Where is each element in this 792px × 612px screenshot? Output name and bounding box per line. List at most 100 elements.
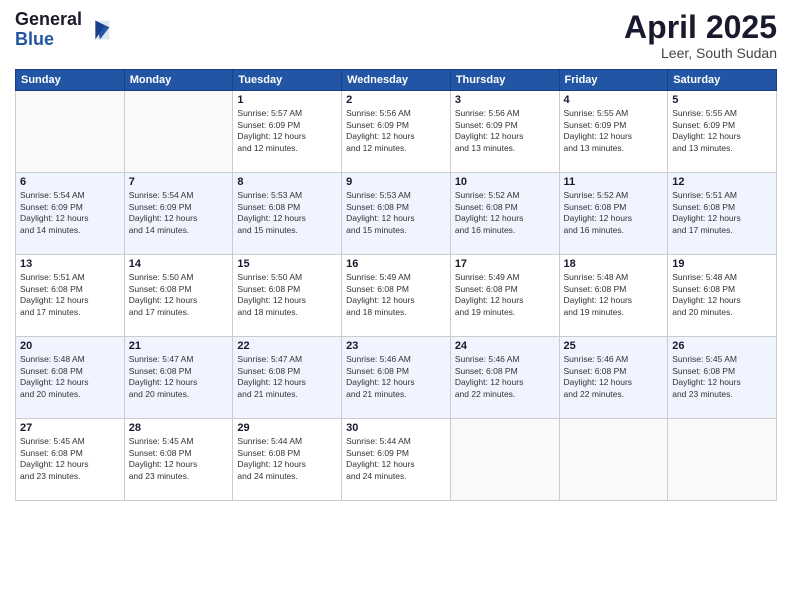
logo: General Blue — [15, 10, 114, 50]
table-cell — [559, 419, 668, 501]
day-info: Sunrise: 5:53 AM Sunset: 6:08 PM Dayligh… — [346, 190, 446, 236]
day-number: 22 — [237, 340, 337, 352]
day-info: Sunrise: 5:56 AM Sunset: 6:09 PM Dayligh… — [346, 108, 446, 154]
calendar-body: 1 Sunrise: 5:57 AM Sunset: 6:09 PM Daylig… — [16, 91, 777, 501]
day-info: Sunrise: 5:49 AM Sunset: 6:08 PM Dayligh… — [455, 272, 555, 318]
day-info: Sunrise: 5:45 AM Sunset: 6:08 PM Dayligh… — [672, 354, 772, 400]
logo-icon — [86, 16, 114, 44]
day-number: 29 — [237, 422, 337, 434]
month-title: April 2025 — [624, 10, 777, 45]
day-info: Sunrise: 5:48 AM Sunset: 6:08 PM Dayligh… — [564, 272, 664, 318]
day-info: Sunrise: 5:44 AM Sunset: 6:08 PM Dayligh… — [237, 436, 337, 482]
col-wednesday: Wednesday — [342, 70, 451, 91]
day-number: 30 — [346, 422, 446, 434]
day-number: 4 — [564, 94, 664, 106]
table-cell: 27 Sunrise: 5:45 AM Sunset: 6:08 PM Dayli… — [16, 419, 125, 501]
table-cell: 13 Sunrise: 5:51 AM Sunset: 6:08 PM Dayli… — [16, 255, 125, 337]
day-number: 24 — [455, 340, 555, 352]
day-number: 21 — [129, 340, 229, 352]
day-number: 28 — [129, 422, 229, 434]
calendar-week-row: 6 Sunrise: 5:54 AM Sunset: 6:09 PM Daylig… — [16, 173, 777, 255]
table-cell — [450, 419, 559, 501]
day-info: Sunrise: 5:49 AM Sunset: 6:08 PM Dayligh… — [346, 272, 446, 318]
calendar-week-row: 13 Sunrise: 5:51 AM Sunset: 6:08 PM Dayli… — [16, 255, 777, 337]
table-cell — [16, 91, 125, 173]
day-info: Sunrise: 5:52 AM Sunset: 6:08 PM Dayligh… — [455, 190, 555, 236]
day-number: 1 — [237, 94, 337, 106]
calendar-week-row: 20 Sunrise: 5:48 AM Sunset: 6:08 PM Dayli… — [16, 337, 777, 419]
table-cell: 16 Sunrise: 5:49 AM Sunset: 6:08 PM Dayli… — [342, 255, 451, 337]
day-info: Sunrise: 5:55 AM Sunset: 6:09 PM Dayligh… — [564, 108, 664, 154]
day-info: Sunrise: 5:50 AM Sunset: 6:08 PM Dayligh… — [129, 272, 229, 318]
table-cell: 14 Sunrise: 5:50 AM Sunset: 6:08 PM Dayli… — [124, 255, 233, 337]
day-info: Sunrise: 5:45 AM Sunset: 6:08 PM Dayligh… — [20, 436, 120, 482]
day-info: Sunrise: 5:46 AM Sunset: 6:08 PM Dayligh… — [564, 354, 664, 400]
table-cell: 23Sunrise: 5:46 AM Sunset: 6:08 PM Dayli… — [342, 337, 451, 419]
day-number: 5 — [672, 94, 772, 106]
day-number: 17 — [455, 258, 555, 270]
logo-text: General Blue — [15, 10, 82, 50]
day-number: 13 — [20, 258, 120, 270]
logo-blue: Blue — [15, 30, 82, 50]
table-cell: 17 Sunrise: 5:49 AM Sunset: 6:08 PM Dayli… — [450, 255, 559, 337]
day-info: Sunrise: 5:51 AM Sunset: 6:08 PM Dayligh… — [20, 272, 120, 318]
day-info: Sunrise: 5:54 AM Sunset: 6:09 PM Dayligh… — [20, 190, 120, 236]
table-cell: 19Sunrise: 5:48 AM Sunset: 6:08 PM Dayli… — [668, 255, 777, 337]
day-number: 27 — [20, 422, 120, 434]
table-cell: 26 Sunrise: 5:45 AM Sunset: 6:08 PM Dayli… — [668, 337, 777, 419]
day-info: Sunrise: 5:51 AM Sunset: 6:08 PM Dayligh… — [672, 190, 772, 236]
table-cell: 3 Sunrise: 5:56 AM Sunset: 6:09 PM Daylig… — [450, 91, 559, 173]
day-number: 26 — [672, 340, 772, 352]
day-number: 25 — [564, 340, 664, 352]
header: General Blue April 2025 Leer, South Suda… — [15, 10, 777, 61]
day-info: Sunrise: 5:45 AM Sunset: 6:08 PM Dayligh… — [129, 436, 229, 482]
location: Leer, South Sudan — [624, 45, 777, 61]
day-info: Sunrise: 5:48 AM Sunset: 6:08 PM Dayligh… — [20, 354, 120, 400]
day-number: 19 — [672, 258, 772, 270]
day-number: 8 — [237, 176, 337, 188]
calendar: Sunday Monday Tuesday Wednesday Thursday… — [15, 69, 777, 501]
day-number: 20 — [20, 340, 120, 352]
table-cell: 15 Sunrise: 5:50 AM Sunset: 6:08 PM Dayli… — [233, 255, 342, 337]
day-info: Sunrise: 5:50 AM Sunset: 6:08 PM Dayligh… — [237, 272, 337, 318]
table-cell: 2 Sunrise: 5:56 AM Sunset: 6:09 PM Daylig… — [342, 91, 451, 173]
day-number: 9 — [346, 176, 446, 188]
table-cell: 28 Sunrise: 5:45 AM Sunset: 6:08 PM Dayli… — [124, 419, 233, 501]
table-cell: 30Sunrise: 5:44 AM Sunset: 6:09 PM Dayli… — [342, 419, 451, 501]
day-number: 16 — [346, 258, 446, 270]
col-friday: Friday — [559, 70, 668, 91]
table-cell: 9 Sunrise: 5:53 AM Sunset: 6:08 PM Daylig… — [342, 173, 451, 255]
table-cell: 4 Sunrise: 5:55 AM Sunset: 6:09 PM Daylig… — [559, 91, 668, 173]
table-cell: 1 Sunrise: 5:57 AM Sunset: 6:09 PM Daylig… — [233, 91, 342, 173]
day-info: Sunrise: 5:52 AM Sunset: 6:08 PM Dayligh… — [564, 190, 664, 236]
table-cell: 8 Sunrise: 5:53 AM Sunset: 6:08 PM Daylig… — [233, 173, 342, 255]
day-number: 10 — [455, 176, 555, 188]
day-info: Sunrise: 5:56 AM Sunset: 6:09 PM Dayligh… — [455, 108, 555, 154]
col-saturday: Saturday — [668, 70, 777, 91]
day-number: 6 — [20, 176, 120, 188]
calendar-header-row: Sunday Monday Tuesday Wednesday Thursday… — [16, 70, 777, 91]
table-cell — [124, 91, 233, 173]
col-tuesday: Tuesday — [233, 70, 342, 91]
day-number: 14 — [129, 258, 229, 270]
table-cell: 21Sunrise: 5:47 AM Sunset: 6:08 PM Dayli… — [124, 337, 233, 419]
day-number: 18 — [564, 258, 664, 270]
table-cell: 6 Sunrise: 5:54 AM Sunset: 6:09 PM Daylig… — [16, 173, 125, 255]
day-number: 12 — [672, 176, 772, 188]
page: General Blue April 2025 Leer, South Suda… — [0, 0, 792, 612]
day-info: Sunrise: 5:46 AM Sunset: 6:08 PM Dayligh… — [346, 354, 446, 400]
logo-general: General — [15, 10, 82, 30]
day-info: Sunrise: 5:57 AM Sunset: 6:09 PM Dayligh… — [237, 108, 337, 154]
table-cell: 18 Sunrise: 5:48 AM Sunset: 6:08 PM Dayli… — [559, 255, 668, 337]
table-cell: 29 Sunrise: 5:44 AM Sunset: 6:08 PM Dayli… — [233, 419, 342, 501]
day-number: 2 — [346, 94, 446, 106]
day-number: 15 — [237, 258, 337, 270]
calendar-week-row: 27 Sunrise: 5:45 AM Sunset: 6:08 PM Dayli… — [16, 419, 777, 501]
col-sunday: Sunday — [16, 70, 125, 91]
table-cell: 25 Sunrise: 5:46 AM Sunset: 6:08 PM Dayli… — [559, 337, 668, 419]
day-info: Sunrise: 5:54 AM Sunset: 6:09 PM Dayligh… — [129, 190, 229, 236]
day-info: Sunrise: 5:53 AM Sunset: 6:08 PM Dayligh… — [237, 190, 337, 236]
calendar-week-row: 1 Sunrise: 5:57 AM Sunset: 6:09 PM Daylig… — [16, 91, 777, 173]
day-number: 3 — [455, 94, 555, 106]
col-thursday: Thursday — [450, 70, 559, 91]
